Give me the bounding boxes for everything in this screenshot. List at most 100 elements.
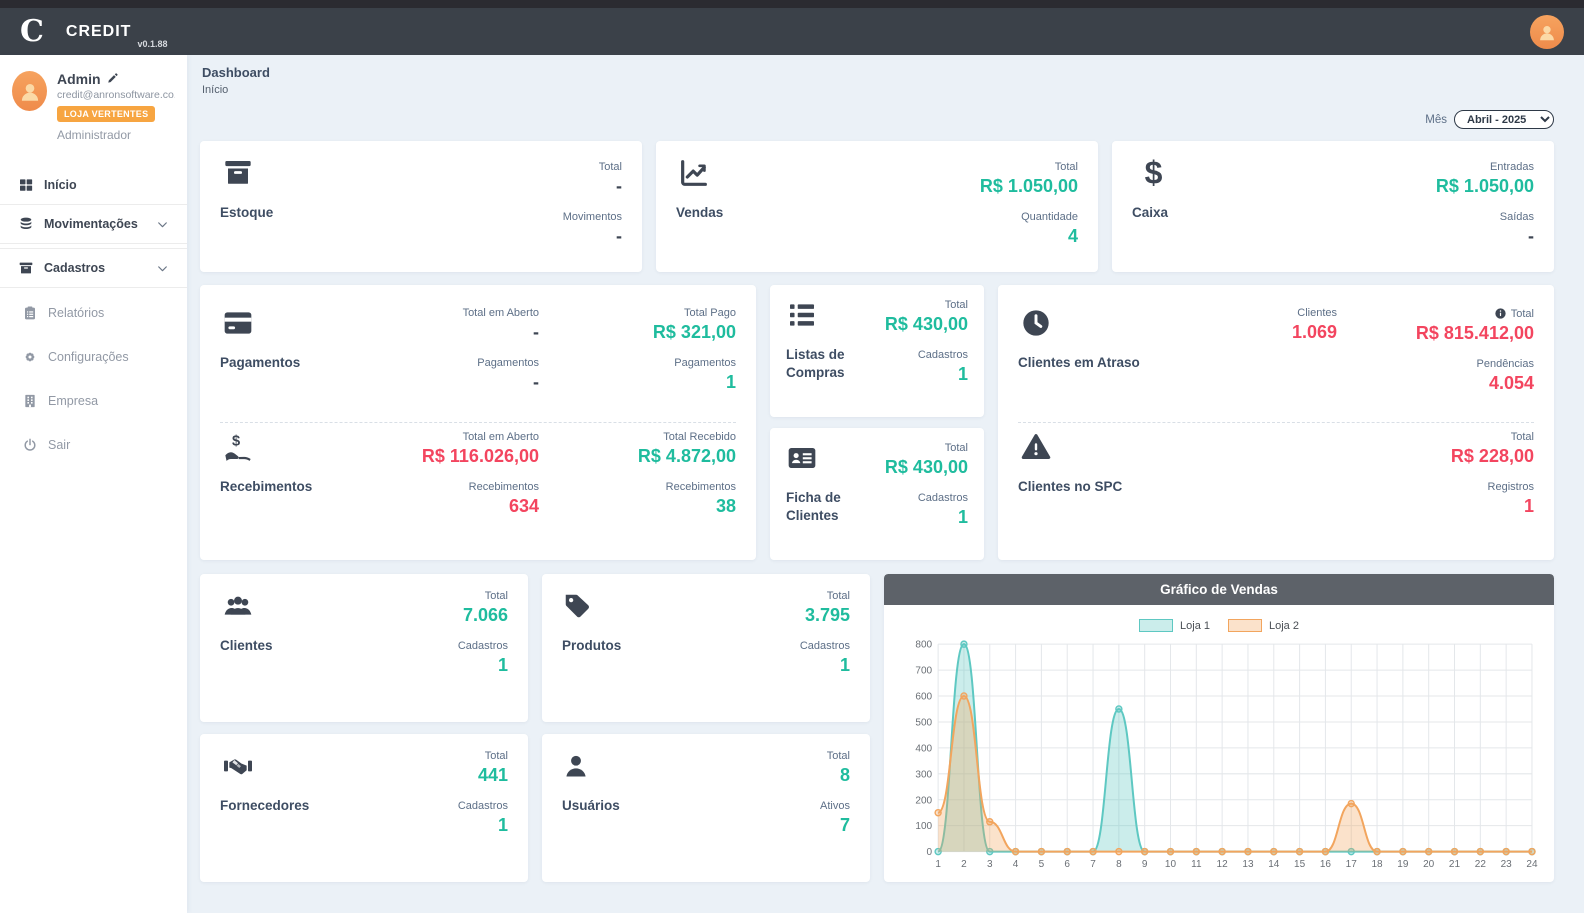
stat-value: 4.054 [1488,372,1534,393]
sidebar-item-sair[interactable]: Sair [0,426,187,464]
svg-text:2: 2 [961,859,967,870]
sidebar-item-label: Relatórios [48,306,105,320]
card-title: Clientes [220,638,273,653]
breadcrumb: Início [202,84,229,96]
card-clientes[interactable]: Clientes Total 7.066 Cadastros 1 [200,574,528,722]
main-content: Dashboard Início Mês Abril - 2025 Estoqu… [187,55,1584,913]
card-title: Clientes no SPC [1018,479,1123,494]
stat-label: Entradas [1489,161,1534,173]
card-estoque[interactable]: Estoque Total - Movimentos - [200,141,642,272]
card-title: Ficha de Clientes [786,490,841,523]
svg-text:24: 24 [1526,859,1538,870]
svg-text:300: 300 [915,769,932,780]
stat-value: R$ 815.412,00 [1415,323,1534,343]
warning-icon [1021,434,1051,459]
stat-label: Total [484,590,508,602]
card-clientes-atraso-spc[interactable]: Clientes em Atraso Clientes 1.069 Total R… [998,285,1554,560]
sidebar-item-movimentacoes[interactable]: Movimentações [0,204,187,244]
sidebar-item-cadastros[interactable]: Cadastros [0,248,187,288]
stat-value: - [616,225,622,246]
card-usuarios[interactable]: Usuários Total 8 Ativos 7 [542,734,870,882]
app-name: CREDIT [65,22,132,40]
svg-text:17: 17 [1346,859,1358,870]
profile-role: Administrador [57,128,132,142]
svg-text:19: 19 [1397,859,1409,870]
month-select[interactable]: Abril - 2025 [1454,110,1554,129]
svg-text:100: 100 [915,821,932,832]
dollar-icon: $ [1145,155,1163,191]
svg-text:7: 7 [1090,859,1096,870]
stat-label: Total em Aberto [462,307,539,319]
profile-avatar[interactable] [12,71,47,111]
svg-text:23: 23 [1501,859,1513,870]
sidebar: Admin credit@anronsoftware.co... LOJA VE… [0,55,187,913]
legend-item[interactable]: Loja 1 [1139,619,1210,632]
stat-value: 634 [508,495,539,516]
stat-value: 8 [839,765,850,785]
stat-label: Saídas [1499,210,1534,223]
svg-text:500: 500 [915,717,932,728]
stat-label: Total Pago [684,307,736,319]
card-title: Recebimentos [220,479,313,494]
stat-value: - [1528,225,1534,246]
card-title: Listas de Compras [786,347,845,380]
info-icon[interactable] [1494,307,1507,320]
card-pagamentos-recebimentos[interactable]: Pagamentos Total em Aberto - Pagamentos - … [200,285,756,560]
stat-label: Total [598,161,622,173]
legend-label: Loja 1 [1180,619,1210,632]
stat-label: Cadastros [917,491,968,504]
stat-value: 1 [497,654,508,675]
card-vendas[interactable]: Vendas Total R$ 1.050,00 Quantidade 4 [656,141,1098,272]
chart-legend: Loja 1 Loja 2 [898,619,1540,632]
svg-text:21: 21 [1449,859,1461,870]
id-card-icon [788,448,816,468]
svg-text:$: $ [232,434,240,450]
stat-label: Total [826,750,850,762]
clientes-atraso-section: Clientes em Atraso Clientes 1.069 Total R… [1018,299,1534,422]
stat-label: Total [484,750,508,762]
svg-text:400: 400 [915,743,932,754]
stat-label: Cadastros [457,639,508,652]
chart-line-icon [681,160,707,186]
stat-value: 4 [1067,225,1078,246]
stat-value: 1 [957,363,968,384]
sidebar-item-empresa[interactable]: Empresa [0,382,187,420]
svg-text:$: $ [1145,157,1163,189]
card-fornecedores[interactable]: Fornecedores Total 441 Cadastros 1 [200,734,528,882]
clipboard-icon [25,306,35,320]
stat-value: 38 [715,495,736,516]
card-title: Vendas [676,205,724,220]
svg-text:11: 11 [1191,859,1202,870]
stat-value: R$ 1.050,00 [1435,176,1534,196]
stat-label: Pagamentos [477,356,539,369]
legend-item[interactable]: Loja 2 [1228,619,1299,632]
stat-label: Total em Aberto [462,431,539,443]
pencil-icon[interactable] [106,72,119,86]
grid-icon [20,179,33,191]
card-caixa[interactable]: $ Caixa Entradas R$ 1.050,00 Saídas - [1112,141,1554,272]
profile-email: credit@anronsoftware.co... [57,89,175,101]
user-avatar[interactable] [1530,14,1564,49]
user-icon [566,755,586,777]
person-icon [21,83,38,101]
card-listas-compras[interactable]: Listas de Compras Total R$ 430,00 Cadastr… [770,285,984,417]
svg-text:3: 3 [987,859,993,870]
stat-value: 7 [839,814,850,835]
sidebar-item-relatorios[interactable]: Relatórios [0,294,187,332]
chart-title: Gráfico de Vendas [884,574,1554,605]
svg-text:22: 22 [1475,859,1487,870]
card-title: Clientes em Atraso [1018,355,1140,370]
stat-value: 1 [725,371,736,392]
svg-text:0: 0 [927,847,933,858]
card-produtos[interactable]: Produtos Total 3.795 Cadastros 1 [542,574,870,722]
sidebar-item-configuracoes[interactable]: Configurações [0,338,187,376]
sales-chart: 01002003004005006007008001 2 3 4 5 6 7 8 9 10 11 12… [915,640,1538,870]
stat-label: Pendências [1476,357,1535,370]
sidebar-item-label: Cadastros [44,261,106,275]
app-logo: C [20,14,44,49]
sidebar-item-inicio[interactable]: Início [0,166,187,204]
app-version: v0.1.88 [137,39,168,49]
svg-text:4: 4 [1013,859,1019,870]
card-ficha-clientes[interactable]: Ficha de Clientes Total R$ 430,00 Cadastr… [770,428,984,560]
svg-text:8: 8 [1116,859,1122,870]
